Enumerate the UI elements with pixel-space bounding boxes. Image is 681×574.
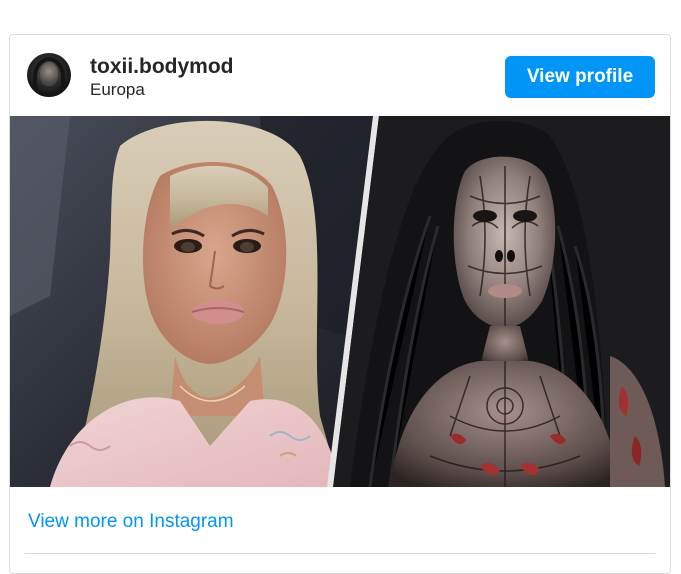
footer-divider — [25, 553, 655, 554]
instagram-embed-card: toxii.bodymod Europa View profile View m… — [9, 34, 671, 574]
username[interactable]: toxii.bodymod — [90, 55, 234, 79]
view-more-on-instagram-link[interactable]: View more on Instagram — [28, 511, 234, 533]
post-header: toxii.bodymod Europa View profile — [10, 35, 670, 115]
view-profile-button[interactable]: View profile — [505, 56, 655, 98]
profile-avatar[interactable] — [27, 53, 71, 97]
post-image[interactable] — [10, 116, 670, 487]
photo-collage — [10, 116, 670, 487]
location[interactable]: Europa — [90, 80, 145, 100]
avatar-face — [40, 62, 58, 86]
